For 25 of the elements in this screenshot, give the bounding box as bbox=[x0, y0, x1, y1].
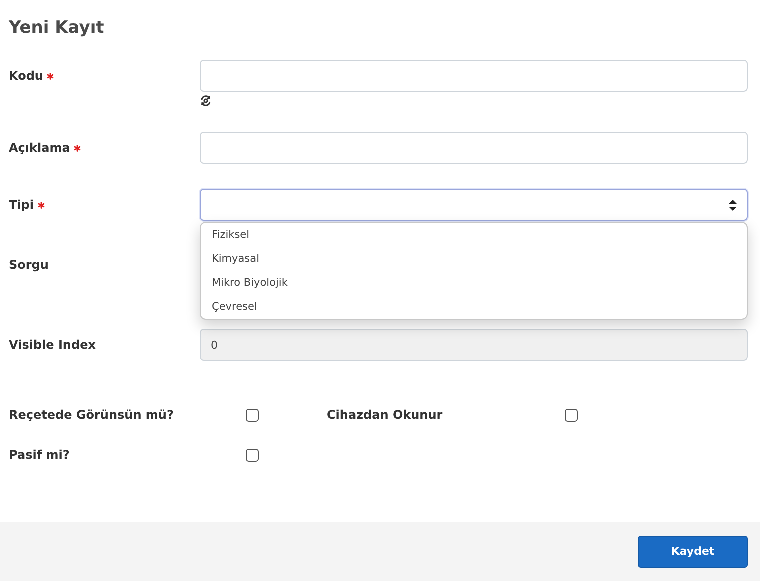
required-icon bbox=[38, 202, 46, 208]
dropdown-option[interactable]: Mikro Biyolojik bbox=[201, 271, 747, 295]
dropdown-option[interactable]: Fiziksel bbox=[201, 223, 747, 247]
checkbox-label: Cihazdan Okunur bbox=[327, 407, 444, 424]
checkbox-label: Reçetede Görünsün mü? bbox=[9, 407, 175, 424]
field-label: Sorgu bbox=[9, 257, 49, 274]
save-button[interactable]: Kaydet bbox=[638, 536, 748, 568]
field-label: Visible Index bbox=[9, 337, 96, 354]
form-title: Yeni Kayıt bbox=[9, 17, 106, 40]
checkbox[interactable] bbox=[246, 408, 259, 422]
field-label: Tipi bbox=[9, 197, 34, 214]
dropdown-option[interactable]: Kimyasal bbox=[201, 247, 747, 271]
checkbox[interactable] bbox=[246, 448, 259, 462]
checkbox[interactable] bbox=[565, 408, 578, 422]
text-field[interactable] bbox=[200, 60, 748, 92]
select-field[interactable] bbox=[200, 189, 748, 221]
required-icon bbox=[74, 144, 82, 152]
checkbox-label: Pasif mi? bbox=[9, 447, 71, 464]
field-label: Kodu bbox=[9, 68, 44, 85]
dropdown-option[interactable]: Çevresel bbox=[201, 295, 747, 319]
required-icon bbox=[47, 72, 54, 80]
text-field[interactable] bbox=[200, 132, 748, 164]
sort-icon bbox=[729, 200, 737, 210]
refresh-icon[interactable] bbox=[200, 95, 212, 107]
field-label: Açıklama bbox=[9, 140, 70, 157]
